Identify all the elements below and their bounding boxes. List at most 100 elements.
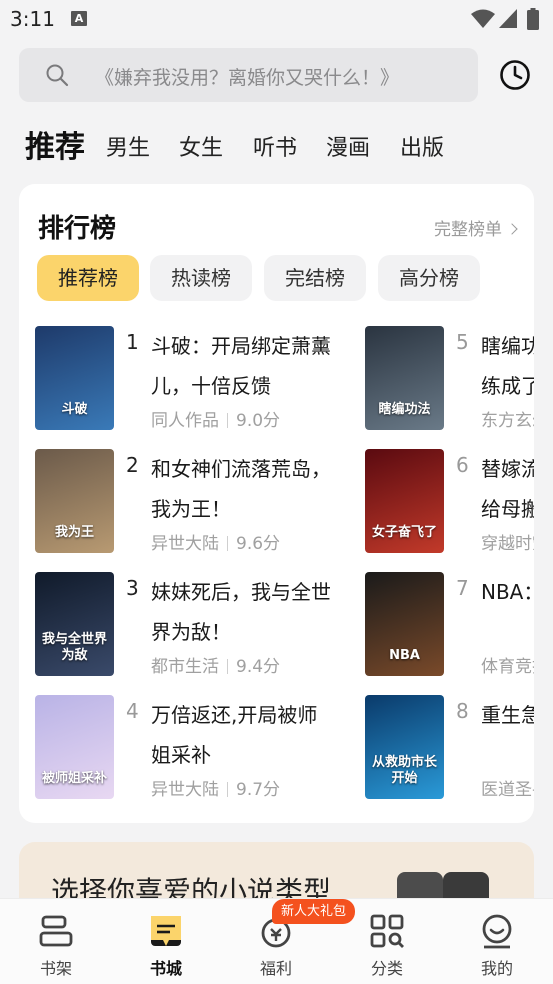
book-genre: 东方玄幻 [481,411,534,431]
nav-label: 福利 [259,959,292,978]
battery-icon [527,8,539,30]
nav-bookstore[interactable]: 书城 [121,899,211,984]
book-rank: 1 [126,330,139,354]
book-genre: 同人作品 [151,411,219,431]
book-item[interactable]: 被师姐采补 4 万倍返还,开局被师姐采补 异世大陆 9.7分 [35,695,355,800]
book-cover: 瞎编功法 [365,326,444,430]
ranking-card: 排行榜 完整榜单 推荐榜 热读榜 完结榜 高分榜 斗破 1 斗破：开局绑定萧薰儿… [19,184,534,823]
bookstore-icon [151,916,181,946]
search-icon [46,64,69,87]
book-item[interactable]: 我为王 2 和女神们流落荒岛，我为王！ 异世大陆 9.6分 [35,449,355,554]
nav-label: 我的 [480,959,513,978]
status-time: 3:11 [10,7,55,31]
book-title: 替嫁流放，带着空间给母搬空 [481,457,534,521]
book-cover-title: 我为王 [54,525,94,540]
book-rank: 2 [126,453,139,477]
book-item[interactable]: 瞎编功法 5 瞎编功法，徒儿你真练成了？ 东方玄幻 [365,326,534,431]
history-clock-icon[interactable] [498,58,532,92]
new-user-gift-badge[interactable]: 新人大礼包 [272,899,356,924]
book-score: 9.4分 [236,657,281,677]
book-cover-title: 瞎编功法 [378,402,431,417]
book-cover-title: 斗破 [61,402,88,417]
book-meta: 都市生活 9.4分 [151,652,280,677]
book-meta: 异世大陆 9.6分 [151,529,280,554]
ranking-tab-high-score[interactable]: 高分榜 [378,255,480,301]
nav-label: 分类 [370,959,403,978]
book-genre: 体育竞技 [481,657,534,677]
book-title: 斗破：开局绑定萧薰儿，十倍反馈 [151,334,331,398]
book-title: NBA：分体验 [481,580,534,604]
book-item[interactable]: NBA 7 NBA：分体验 体育竞技 [365,572,534,677]
book-item[interactable]: 斗破 1 斗破：开局绑定萧薰儿，十倍反馈 同人作品 9.0分 [35,326,355,431]
book-score: 9.6分 [236,534,281,554]
category-icon [370,914,404,948]
book-meta: 医道圣手 [481,775,534,800]
nav-category[interactable]: 分类 [342,899,432,984]
book-cover: 斗破 [35,326,114,430]
nav-label: 书城 [149,959,182,978]
wifi-icon [471,9,495,28]
book-cover-title: NBA [389,648,420,663]
book-cover-title: 女子奋飞了 [371,525,437,540]
book-title: 瞎编功法，徒儿你真练成了？ [481,334,534,398]
book-score: 9.0分 [236,411,281,431]
tab-comics[interactable]: 漫画 [326,130,370,162]
nav-bookshelf[interactable]: 书架 [11,899,101,984]
full-ranking-label: 完整榜单 [434,220,502,240]
book-rank: 7 [456,576,469,600]
book-title: 和女神们流落荒岛，我为王！ [151,457,331,521]
ranking-tab-recommend[interactable]: 推荐榜 [37,255,139,301]
status-bar: 3:11 A [0,0,553,38]
book-meta: 同人作品 9.0分 [151,406,280,431]
tab-published[interactable]: 出版 [400,130,444,162]
book-item[interactable]: 女子奋飞了 6 替嫁流放，带着空间给母搬空 穿越时空 [365,449,534,554]
book-meta: 穿越时空 [481,529,534,554]
book-item[interactable]: 从救助市长开始 8 重生急诊，挽救市长 医道圣手 [365,695,534,800]
status-icons [465,8,545,30]
book-meta: 异世大陆 9.7分 [151,775,280,800]
book-cover-title: 从救助市长开始 [371,755,437,786]
book-title: 妹妹死后，我与全世界为敌！ [151,580,331,644]
ranking-tab-hot[interactable]: 热读榜 [150,255,252,301]
book-cover: NBA [365,572,444,676]
tab-male[interactable]: 男生 [106,130,150,162]
book-rank: 6 [456,453,469,477]
signal-icon [499,9,517,28]
book-meta: 体育竞技 [481,652,534,677]
nav-profile[interactable]: 我的 [452,899,542,984]
book-title: 重生急诊，挽救市长 [481,703,534,727]
book-item[interactable]: 我与全世界为敌 3 妹妹死后，我与全世界为敌！ 都市生活 9.4分 [35,572,355,677]
book-genre: 医道圣手 [481,780,534,800]
book-cover: 我与全世界为敌 [35,572,114,676]
search-placeholder: 《嫌弃我没用？离婚你又哭什么！》 [95,67,400,89]
notification-icon: A [71,11,87,26]
chevron-right-icon [506,223,518,235]
book-cover: 我为王 [35,449,114,553]
book-title: 万倍返还,开局被师姐采补 [151,703,318,767]
book-cover-title: 我与全世界为敌 [41,632,107,663]
book-genre: 异世大陆 [151,780,219,800]
book-cover: 女子奋飞了 [365,449,444,553]
book-genre: 穿越时空 [481,534,534,554]
ranking-tab-completed[interactable]: 完结榜 [264,255,366,301]
book-score: 9.7分 [236,780,281,800]
book-rank: 5 [456,330,469,354]
book-genre: 异世大陆 [151,534,219,554]
book-cover-title: 被师姐采补 [41,771,107,786]
nav-label: 书架 [39,959,72,978]
ranking-title: 排行榜 [38,214,117,244]
book-rank: 3 [126,576,139,600]
tab-female[interactable]: 女生 [179,130,223,162]
full-ranking-link[interactable]: 完整榜单 [434,215,518,240]
profile-icon [482,914,512,949]
book-cover: 被师姐采补 [35,695,114,799]
book-genre: 都市生活 [151,657,219,677]
search-input[interactable]: 《嫌弃我没用？离婚你又哭什么！》 [19,48,478,102]
book-cover: 从救助市长开始 [365,695,444,799]
tab-audiobook[interactable]: 听书 [253,130,297,162]
bookshelf-icon [39,915,73,947]
book-rank: 8 [456,699,469,723]
book-meta: 东方玄幻 [481,406,534,431]
book-rank: 4 [126,699,139,723]
tab-recommend[interactable]: 推荐 [25,122,85,166]
